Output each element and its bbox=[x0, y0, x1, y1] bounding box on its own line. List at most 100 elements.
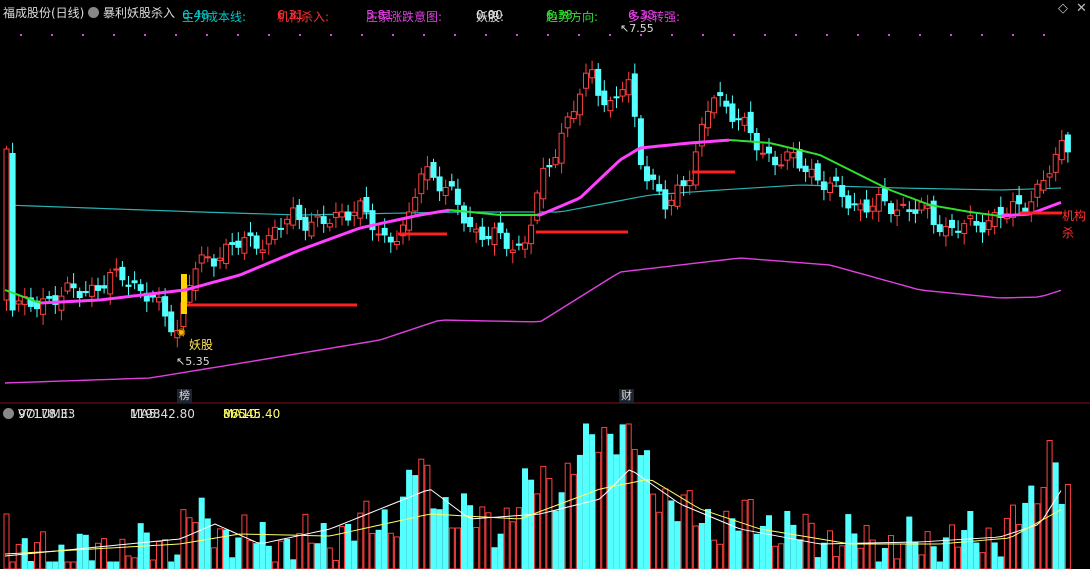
volume-bar[interactable] bbox=[949, 524, 955, 569]
candle[interactable] bbox=[894, 199, 901, 227]
volume-bar[interactable] bbox=[52, 561, 59, 569]
candle[interactable] bbox=[918, 197, 925, 214]
volume-bar[interactable] bbox=[674, 521, 681, 569]
candle[interactable] bbox=[229, 232, 236, 256]
volume-bar[interactable] bbox=[668, 500, 675, 569]
volume-bar[interactable] bbox=[192, 522, 199, 569]
volume-bar[interactable] bbox=[619, 424, 626, 569]
candle[interactable] bbox=[644, 155, 650, 190]
candle[interactable] bbox=[790, 142, 797, 168]
volume-bar[interactable] bbox=[278, 540, 284, 569]
candle[interactable] bbox=[936, 215, 943, 237]
volume-bar[interactable] bbox=[570, 473, 577, 569]
candle[interactable] bbox=[314, 209, 321, 228]
volume-bar[interactable] bbox=[76, 533, 83, 569]
volume-bar[interactable] bbox=[40, 531, 47, 569]
candle[interactable] bbox=[412, 188, 419, 216]
volume-bar[interactable] bbox=[1058, 503, 1065, 569]
volume-bar[interactable] bbox=[888, 535, 894, 569]
volume-bar[interactable] bbox=[656, 511, 663, 569]
candle[interactable] bbox=[869, 197, 876, 220]
volume-bar[interactable] bbox=[705, 508, 711, 569]
candle[interactable] bbox=[546, 158, 553, 177]
candle[interactable] bbox=[302, 208, 309, 241]
candle[interactable] bbox=[979, 214, 986, 243]
candle[interactable] bbox=[558, 123, 565, 174]
candle[interactable] bbox=[1040, 170, 1047, 194]
candle[interactable] bbox=[619, 81, 626, 103]
volume-bar[interactable] bbox=[357, 512, 364, 569]
volume-bar[interactable] bbox=[34, 542, 40, 569]
candle[interactable] bbox=[131, 271, 138, 290]
candle[interactable] bbox=[534, 189, 541, 225]
volume-bar[interactable] bbox=[985, 527, 992, 569]
volume-bar[interactable] bbox=[509, 521, 516, 569]
candle[interactable] bbox=[637, 114, 644, 170]
volume-bar[interactable] bbox=[778, 543, 785, 569]
volume-bar[interactable] bbox=[241, 514, 248, 569]
candle[interactable] bbox=[88, 277, 95, 307]
candle[interactable] bbox=[656, 175, 663, 195]
volume-bar[interactable] bbox=[851, 533, 858, 569]
volume-bar[interactable] bbox=[271, 561, 278, 569]
volume-bar[interactable] bbox=[973, 542, 980, 569]
volume-bar[interactable] bbox=[70, 561, 77, 569]
candle[interactable] bbox=[3, 146, 10, 311]
candle[interactable] bbox=[34, 296, 40, 318]
candle[interactable] bbox=[259, 239, 266, 261]
candle[interactable] bbox=[332, 202, 339, 229]
candle[interactable] bbox=[942, 217, 949, 247]
diamond-icon[interactable]: ◇ bbox=[1058, 1, 1068, 16]
candle[interactable] bbox=[576, 88, 583, 126]
candle[interactable] bbox=[351, 201, 358, 227]
candle[interactable] bbox=[729, 95, 736, 129]
volume-bar[interactable] bbox=[27, 561, 34, 569]
volume-bar[interactable] bbox=[814, 557, 821, 569]
candle[interactable] bbox=[650, 168, 657, 190]
candle[interactable] bbox=[802, 158, 809, 182]
candle[interactable] bbox=[430, 158, 437, 181]
candle[interactable] bbox=[21, 288, 28, 316]
candle[interactable] bbox=[528, 214, 535, 255]
volume-bar[interactable] bbox=[363, 500, 370, 569]
volume-bar[interactable] bbox=[15, 543, 22, 569]
volume-bar[interactable] bbox=[552, 510, 559, 569]
candle[interactable] bbox=[814, 159, 821, 185]
bang-tag[interactable]: 榜 bbox=[177, 389, 192, 403]
candle[interactable] bbox=[625, 71, 632, 103]
candle[interactable] bbox=[284, 215, 291, 235]
volume-bar[interactable] bbox=[833, 556, 840, 569]
volume-bar[interactable] bbox=[3, 513, 10, 569]
candle[interactable] bbox=[339, 203, 345, 226]
candle[interactable] bbox=[906, 201, 913, 222]
candle[interactable] bbox=[241, 231, 248, 260]
volume-bar[interactable] bbox=[522, 468, 528, 569]
volume-bar[interactable] bbox=[387, 532, 394, 569]
candle[interactable] bbox=[613, 86, 620, 109]
volume-bar[interactable] bbox=[247, 540, 254, 569]
volume-bar[interactable] bbox=[955, 546, 962, 569]
candle[interactable] bbox=[515, 235, 522, 251]
candle[interactable] bbox=[357, 197, 364, 226]
volume-bar[interactable] bbox=[448, 527, 455, 569]
candle[interactable] bbox=[485, 226, 492, 246]
volume-bar[interactable] bbox=[473, 527, 480, 569]
candle[interactable] bbox=[784, 148, 791, 170]
candle[interactable] bbox=[217, 247, 223, 270]
candle[interactable] bbox=[997, 196, 1004, 229]
volume-bar[interactable] bbox=[259, 522, 266, 569]
volume-bar[interactable] bbox=[143, 532, 150, 569]
candle[interactable] bbox=[210, 254, 217, 277]
candle[interactable] bbox=[101, 275, 108, 294]
volume-bar[interactable] bbox=[186, 517, 193, 569]
candle[interactable] bbox=[235, 232, 242, 255]
candle[interactable] bbox=[223, 238, 230, 270]
volume-bar[interactable] bbox=[107, 561, 114, 569]
candle[interactable] bbox=[833, 168, 840, 187]
candle[interactable] bbox=[503, 228, 510, 257]
volume-bar[interactable] bbox=[113, 561, 120, 569]
candle[interactable] bbox=[1028, 190, 1035, 223]
volume-bar[interactable] bbox=[961, 530, 968, 569]
volume-bar[interactable] bbox=[698, 523, 705, 569]
candle[interactable] bbox=[692, 143, 699, 190]
